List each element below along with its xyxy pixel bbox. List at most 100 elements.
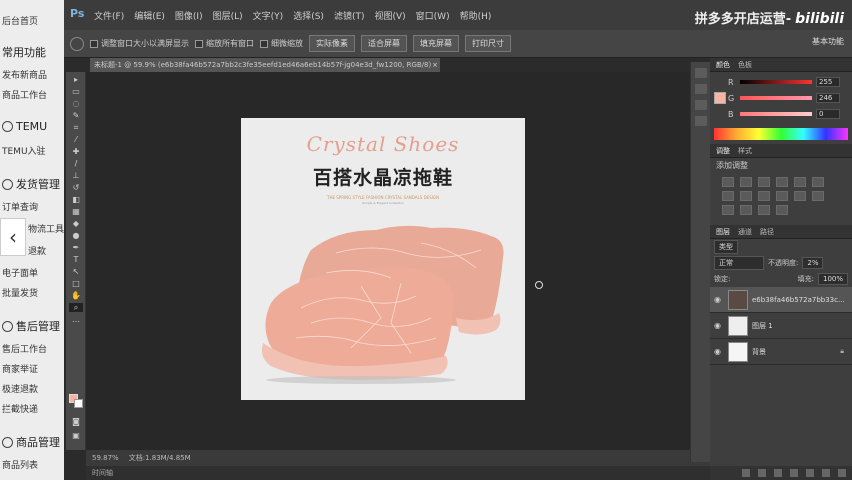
levels-icon[interactable] [740,177,752,187]
paragraph-panel-icon[interactable] [695,116,707,126]
sidebar-item-batch-ship[interactable]: 批量发货 [2,286,38,299]
menu-view[interactable]: 视图(V) [374,9,405,22]
tab-paths[interactable]: 路径 [760,227,774,237]
quick-mask-icon[interactable]: ◙ [69,417,83,426]
menu-image[interactable]: 图像(I) [175,9,203,22]
sidebar-item-intercept[interactable]: 拦截快递 [2,402,38,415]
character-panel-icon[interactable] [695,100,707,110]
option-resize-windows[interactable]: 调整窗口大小以满屏显示 [90,38,189,49]
menu-edit[interactable]: 编辑(E) [134,9,165,22]
sidebar-item-evidence[interactable]: 商家举证 [2,362,38,375]
eye-icon[interactable]: ◉ [714,321,724,330]
color-balance-icon[interactable] [722,191,734,201]
mask-icon[interactable] [774,469,782,477]
brightness-icon[interactable] [722,177,734,187]
history-brush-tool-icon[interactable]: ↺ [69,183,83,192]
adjustment-layer-icon[interactable] [790,469,798,477]
photo-filter-icon[interactable] [758,191,770,201]
print-size-button[interactable]: 打印尺寸 [465,35,511,52]
lasso-tool-icon[interactable]: ◌ [69,99,83,108]
eraser-tool-icon[interactable]: ◧ [69,195,83,204]
group-icon[interactable] [806,469,814,477]
layer-row[interactable]: ◉ 图层 1 [710,313,852,339]
sidebar-item-order-query[interactable]: 订单查询 [2,200,38,213]
eye-icon[interactable]: ◉ [714,347,724,356]
layer-kind-select[interactable]: 类型 [714,240,738,254]
menu-help[interactable]: 帮助(H) [460,9,492,22]
zoom-tool-icon[interactable] [70,36,84,51]
screen-mode-icon[interactable]: ▣ [69,431,83,440]
sidebar-item-home[interactable]: 后台首页 [2,14,38,27]
tab-swatches[interactable]: 色板 [738,60,752,70]
document-tab[interactable]: 未标题-1 @ 59.9% (e6b38fa46b572a7bb2c3fe35e… [90,58,440,72]
option-scrubby[interactable]: 细微缩放 [260,38,303,49]
healing-tool-icon[interactable]: ✚ [69,147,83,156]
zoom-level[interactable]: 59.87% [92,454,119,462]
trash-icon[interactable] [838,469,846,477]
option-zoom-all[interactable]: 缩放所有窗口 [195,38,254,49]
threshold-icon[interactable] [740,205,752,215]
channel-mixer-icon[interactable] [776,191,788,201]
r-value[interactable]: 255 [816,77,840,87]
move-tool-icon[interactable]: ▸ [69,75,83,84]
posterize-icon[interactable] [722,205,734,215]
sidebar-section-temu[interactable]: TEMU [2,120,47,133]
fit-screen-button[interactable]: 适合屏幕 [361,35,407,52]
g-value[interactable]: 246 [816,93,840,103]
history-panel-icon[interactable] [695,68,707,78]
close-icon[interactable]: × [432,58,438,72]
invert-icon[interactable] [812,191,824,201]
background-color-swatch[interactable] [74,399,83,408]
sidebar-section-aftersales[interactable]: 售后管理 [2,318,60,334]
menu-type[interactable]: 文字(Y) [253,9,284,22]
type-tool-icon[interactable]: T [69,255,83,264]
shape-tool-icon[interactable]: □ [69,279,83,288]
link-icon[interactable] [742,469,750,477]
tab-styles[interactable]: 样式 [738,146,752,156]
hue-icon[interactable] [812,177,824,187]
sidebar-section-shipping[interactable]: 发货管理 [2,176,60,192]
pen-tool-icon[interactable]: ✒ [69,243,83,252]
color-ramp[interactable] [714,128,848,140]
sidebar-item-goods-workbench[interactable]: 商品工作台 [2,88,47,101]
selective-color-icon[interactable] [776,205,788,215]
zoom-tool-icon[interactable]: ⌕ [69,303,83,312]
crop-tool-icon[interactable]: ⌗ [69,123,83,132]
b-value[interactable]: 0 [816,109,840,119]
hand-tool-icon[interactable]: ✋ [69,291,83,300]
lookup-icon[interactable] [794,191,806,201]
sidebar-item-temu-join[interactable]: TEMU入驻 [2,144,46,157]
vibrance-icon[interactable] [794,177,806,187]
tab-layers[interactable]: 图层 [716,227,730,237]
r-slider[interactable] [740,80,812,84]
gradient-tool-icon[interactable]: ▦ [69,207,83,216]
tab-color[interactable]: 颜色 [716,60,730,70]
sidebar-section-goods[interactable]: 商品管理 [2,434,60,450]
gradient-map-icon[interactable] [758,205,770,215]
path-select-tool-icon[interactable]: ↖ [69,267,83,276]
tab-channels[interactable]: 通道 [738,227,752,237]
sidebar-item-e-waybill[interactable]: 电子面单 [2,266,38,279]
sidebar-item-refund[interactable]: 退款 [28,244,46,257]
properties-panel-icon[interactable] [695,84,707,94]
canvas-area[interactable]: Crystal Shoes 百搭水晶凉拖鞋 THE SPRING STYLE F… [86,72,710,450]
brush-tool-icon[interactable]: / [69,159,83,168]
exposure-icon[interactable] [776,177,788,187]
curves-icon[interactable] [758,177,770,187]
menu-select[interactable]: 选择(S) [293,9,324,22]
menu-window[interactable]: 窗口(W) [416,9,450,22]
eyedropper-tool-icon[interactable]: ⁄ [69,135,83,144]
layer-row[interactable]: ◉ 背景 🔒︎ [710,339,852,365]
sidebar-item-goods-list[interactable]: 商品列表 [2,458,38,471]
actual-pixels-button[interactable]: 实际像素 [309,35,355,52]
menu-file[interactable]: 文件(F) [94,9,124,22]
layer-row[interactable]: ◉ e6b38fa46b572a7bb33c... [710,287,852,313]
timeline-bar[interactable]: 时间轴 [86,466,710,480]
sidebar-item-logistics[interactable]: 物流工具 [28,222,64,235]
fx-icon[interactable] [758,469,766,477]
blur-tool-icon[interactable]: ◆ [69,219,83,228]
document-canvas[interactable]: Crystal Shoes 百搭水晶凉拖鞋 THE SPRING STYLE F… [241,118,525,400]
dodge-tool-icon[interactable]: ● [69,231,83,240]
b-slider[interactable] [740,112,812,116]
more-tools-icon[interactable]: … [69,315,83,324]
